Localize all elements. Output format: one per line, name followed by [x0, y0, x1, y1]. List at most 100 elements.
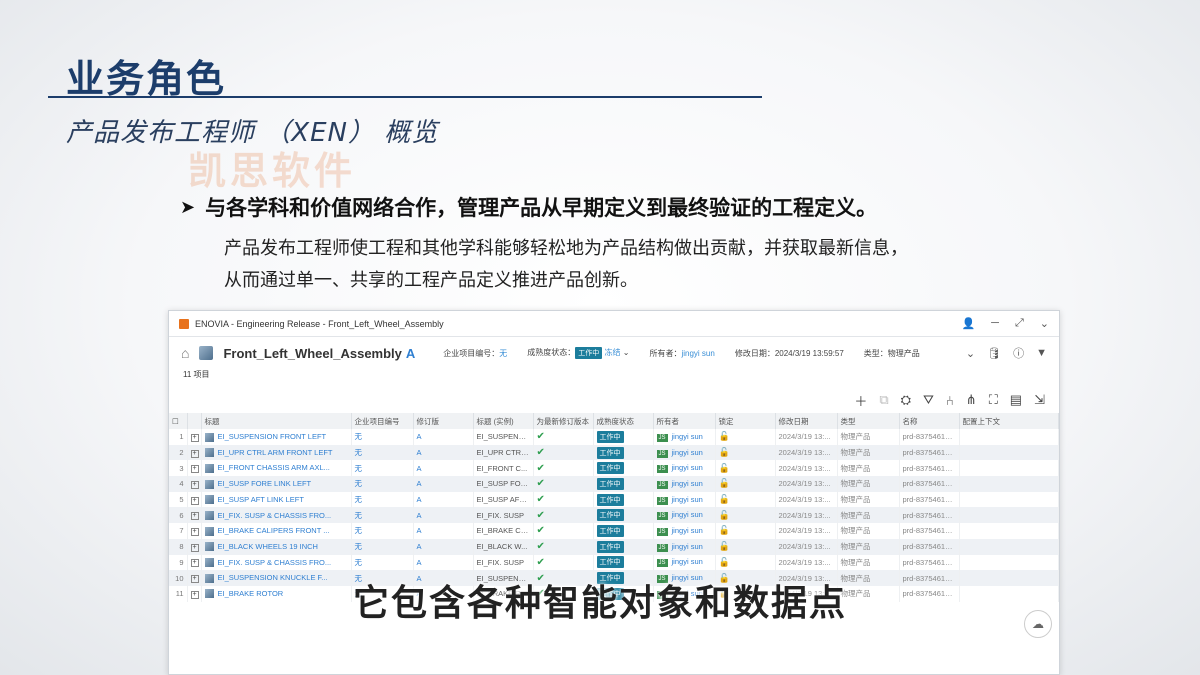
expand-icon[interactable]: + [187, 429, 202, 445]
expand-triangle-icon[interactable]: ▼ [1036, 347, 1047, 359]
row-maturity-badge[interactable]: 工作中 [596, 430, 624, 443]
row-title[interactable]: EI_SUSP AFT LINK LEFT [218, 495, 304, 504]
table-row[interactable]: 7 + EI_BRAKE CALIPERS FRONT ... 无 A EI_BRAKE … [169, 523, 1059, 539]
expand-icon[interactable]: + [187, 444, 202, 461]
col-owner[interactable]: 所有者 [653, 413, 716, 429]
unlock-icon[interactable]: 🔓 [719, 478, 730, 488]
export-icon[interactable]: ⇲ [1034, 392, 1045, 408]
row-title[interactable]: EI_BLACK WHEELS 19 INCH [218, 542, 318, 551]
row-owner[interactable]: jingyi sun [672, 557, 703, 566]
table-row[interactable]: 4 + EI_SUSP FORE LINK LEFT 无 A EI_SUSP FOR...… [169, 476, 1059, 492]
filter-icon[interactable]: ⛛ [923, 392, 934, 408]
user-share-icon[interactable]: 👤 [961, 317, 975, 330]
binoculars-icon[interactable]: ⛭ [901, 392, 911, 408]
col-modified[interactable]: 修改日期 [775, 413, 838, 429]
row-title[interactable]: EI_SUSP FORE LINK LEFT [218, 479, 312, 488]
unlock-icon[interactable]: 🔓 [719, 431, 730, 441]
col-type[interactable]: 类型 [837, 413, 900, 429]
maturity-badge[interactable]: 工作中 [575, 347, 603, 359]
table-row[interactable]: 8 + EI_BLACK WHEELS 19 INCH 无 A EI_BLACK W...… [169, 538, 1059, 555]
row-name: prd-83754613-... [899, 507, 960, 524]
expand-icon[interactable]: + [187, 538, 202, 555]
row-title[interactable]: EI_FIX. SUSP & CHASSIS FRO... [218, 511, 332, 520]
row-enterprise-id: 无 [351, 523, 414, 539]
row-index: 5 [169, 491, 188, 508]
row-maturity-badge[interactable]: 工作中 [596, 509, 624, 522]
expand-icon[interactable]: + [187, 523, 202, 539]
table-row[interactable]: 6 + EI_FIX. SUSP & CHASSIS FRO... 无 A EI_FIX.… [169, 507, 1059, 524]
row-owner[interactable]: jingyi sun [672, 432, 703, 441]
home-icon[interactable]: ⌂ [181, 345, 189, 361]
table-row[interactable]: 5 + EI_SUSP AFT LINK LEFT 无 A EI_SUSP AFT ...… [169, 491, 1059, 508]
row-owner[interactable]: jingyi sun [672, 510, 703, 519]
row-title[interactable]: EI_BRAKE CALIPERS FRONT ... [218, 526, 330, 535]
table-row[interactable]: 9 + EI_FIX. SUSP & CHASSIS FRO... 无 A EI_FIX.… [169, 554, 1059, 571]
row-maturity-badge[interactable]: 工作中 [596, 462, 624, 475]
unlock-icon[interactable]: 🔓 [719, 557, 730, 567]
unlock-icon[interactable]: 🔓 [719, 541, 730, 551]
select-all-checkbox[interactable]: ☐ [169, 413, 188, 429]
col-enterprise-id[interactable]: 企业项目编号 [351, 413, 414, 429]
row-title[interactable]: EI_SUSPENSION FRONT LEFT [218, 432, 327, 441]
col-maturity[interactable]: 成熟度状态 [593, 413, 654, 429]
add-icon[interactable]: ＋ [854, 391, 867, 410]
database-icon[interactable]: 🛢 [987, 347, 1001, 360]
unlock-icon[interactable]: 🔓 [719, 447, 730, 457]
row-type: 物理产品 [837, 507, 900, 524]
chevron-down-icon[interactable]: ⌄ [623, 348, 630, 357]
table-view-icon[interactable]: ▤ [1010, 392, 1022, 408]
row-owner[interactable]: jingyi sun [672, 542, 703, 551]
col-title[interactable]: 标题 [201, 413, 352, 429]
row-title[interactable]: EI_FIX. SUSP & CHASSIS FRO... [218, 558, 332, 567]
info-icon[interactable]: ⓘ [1013, 345, 1024, 361]
tree-structure-icon[interactable]: ⑃ [946, 393, 954, 408]
row-maturity-badge[interactable]: 工作中 [596, 556, 624, 569]
table-row[interactable]: 2 + EI_UPR CTRL ARM FRONT LEFT 无 A EI_UPR CTR… [169, 444, 1059, 461]
row-maturity-badge[interactable]: 工作中 [596, 540, 624, 553]
row-type: 物理产品 [837, 476, 900, 492]
row-maturity-badge[interactable]: 工作中 [596, 477, 624, 490]
row-maturity-badge[interactable]: 工作中 [596, 524, 624, 537]
col-lock[interactable]: 锁定 [715, 413, 776, 429]
copy-icon[interactable]: ⧉ [879, 392, 888, 408]
hierarchy-icon[interactable]: ⋔ [966, 392, 977, 408]
row-enterprise-id: 无 [351, 538, 414, 555]
fullscreen-icon[interactable]: ⛶ [989, 392, 998, 408]
col-instance-title[interactable]: 标题 (实例) [473, 413, 534, 429]
enterprise-id-meta: 企业项目编号：无 [443, 348, 508, 358]
row-title[interactable]: EI_FRONT CHASSIS ARM AXL... [218, 463, 330, 472]
expand-icon[interactable]: + [187, 476, 202, 492]
collapse-icon[interactable]: ⌄ [1040, 317, 1049, 330]
table-row[interactable]: 3 + EI_FRONT CHASSIS ARM AXL... 无 A EI_FRONT … [169, 460, 1059, 477]
row-owner[interactable]: jingyi sun [672, 479, 703, 488]
avatar: JS [656, 433, 668, 442]
col-latest-revision[interactable]: 为最新修订版本 [533, 413, 594, 429]
unlock-icon[interactable]: 🔓 [719, 494, 730, 504]
expand-icon[interactable]: + [187, 507, 202, 524]
row-owner[interactable]: jingyi sun [672, 448, 703, 457]
minimize-icon[interactable]: ─ [991, 317, 999, 330]
expand-icon[interactable]: + [187, 491, 202, 508]
expand-icon[interactable]: + [187, 460, 202, 477]
chat-bubble-icon[interactable]: ☁ [1024, 610, 1052, 638]
table-row[interactable]: 1 + EI_SUSPENSION FRONT LEFT 无 A EI_SUSPENSI.… [169, 429, 1059, 445]
row-maturity-badge[interactable]: 工作中 [596, 493, 624, 506]
chevron-down-icon[interactable]: ⌄ [966, 347, 975, 360]
maximize-icon[interactable]: ⤢ [1015, 317, 1024, 330]
row-revision: A [413, 429, 474, 445]
frozen-link[interactable]: 冻结 [605, 348, 621, 357]
unlock-icon[interactable]: 🔓 [719, 525, 730, 535]
unlock-icon[interactable]: 🔓 [719, 510, 730, 520]
row-owner[interactable]: jingyi sun [672, 526, 703, 535]
expand-icon[interactable]: + [187, 554, 202, 571]
title-divider [48, 96, 762, 98]
col-config-context[interactable]: 配置上下文 [959, 413, 1059, 429]
col-revision[interactable]: 修订版 [413, 413, 474, 429]
row-instance-title: EI_UPR CTRL... [473, 444, 534, 461]
row-owner[interactable]: jingyi sun [672, 463, 703, 472]
row-owner[interactable]: jingyi sun [672, 495, 703, 504]
row-title[interactable]: EI_UPR CTRL ARM FRONT LEFT [218, 448, 333, 457]
unlock-icon[interactable]: 🔓 [719, 463, 730, 473]
col-name[interactable]: 名称 [899, 413, 960, 429]
row-maturity-badge[interactable]: 工作中 [596, 446, 624, 459]
